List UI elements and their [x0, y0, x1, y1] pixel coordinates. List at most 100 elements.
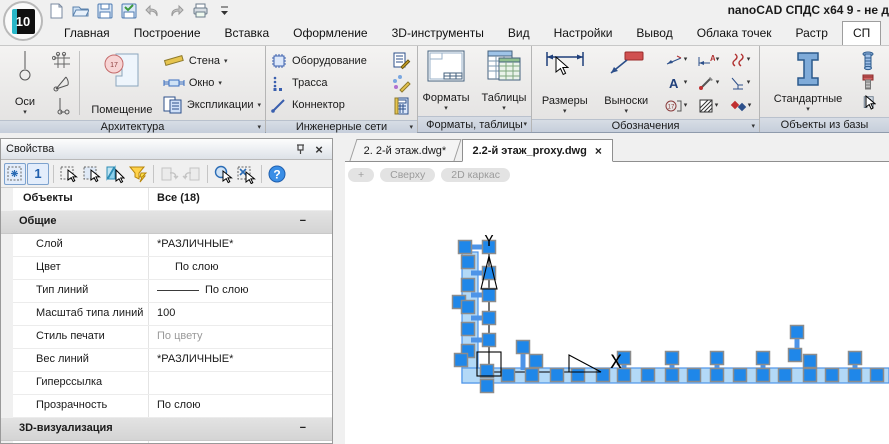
new-file-icon[interactable] [48, 2, 65, 19]
ribbon-tab-4[interactable]: Оформление [283, 22, 377, 45]
selection-grip[interactable] [664, 350, 680, 366]
selection-grip[interactable] [453, 352, 469, 368]
position-mark-button[interactable]: 17 ▾ [660, 99, 692, 113]
specification-button[interactable] [389, 50, 413, 71]
select-similar-button[interactable] [212, 163, 234, 185]
property-value[interactable]: По слою [149, 280, 332, 302]
collapse-icon[interactable]: − [300, 211, 306, 233]
selection-grip[interactable] [528, 353, 544, 369]
selection-grip[interactable] [460, 254, 476, 270]
route-button[interactable]: Трасса [270, 72, 385, 94]
selection-grip[interactable] [709, 350, 725, 366]
group-label-annotations[interactable]: Обозначения ▾ [532, 119, 759, 132]
route-edit-button[interactable] [389, 73, 413, 94]
deselect-button[interactable] [235, 163, 257, 185]
selection-grip[interactable] [789, 324, 805, 340]
section-mark-button[interactable]: ▾ [660, 53, 692, 67]
property-row[interactable]: Вес линий *РАЗЛИЧНЫЕ* [13, 349, 332, 372]
selection-grip[interactable] [500, 367, 516, 383]
filter-button[interactable] [127, 163, 149, 185]
selection-grip[interactable] [824, 367, 840, 383]
viewport-control-2[interactable]: Сверху [380, 168, 436, 182]
selection-grip[interactable] [515, 339, 531, 355]
dim-text-button[interactable]: A ▾ [692, 53, 724, 67]
screw-button[interactable] [856, 71, 880, 92]
axes-grid-button[interactable] [50, 50, 74, 71]
property-value[interactable]: *РАЗЛИЧНЫЕ* [149, 349, 332, 371]
document-tab-1[interactable]: 2. 2-й этаж.dwg* [349, 139, 462, 161]
selection-grip[interactable] [549, 367, 565, 383]
viewport-control-3[interactable]: 2D каркас [441, 168, 511, 182]
selection-grip[interactable] [802, 353, 818, 369]
standard-parts-button[interactable]: Стандартные ▾ [763, 48, 853, 115]
help-button[interactable]: ? [266, 163, 288, 185]
property-row[interactable]: Слой *РАЗЛИЧНЫЕ* [13, 234, 332, 257]
property-value[interactable]: Все (18) [149, 188, 332, 210]
selection-grip[interactable] [640, 367, 656, 383]
save-all-icon[interactable] [120, 2, 137, 19]
property-value[interactable]: По слою [149, 395, 332, 417]
selection-grip[interactable] [481, 310, 497, 326]
pin-icon[interactable] [295, 143, 311, 155]
selection-grip[interactable] [460, 277, 476, 293]
multi-marker-button[interactable]: ▾ [724, 99, 756, 113]
select-all-toggle[interactable] [4, 162, 26, 185]
property-row[interactable]: Масштаб типа линий 100 [13, 303, 332, 326]
selection-grip[interactable] [457, 239, 473, 255]
property-row[interactable]: Стиль печати По цвету [13, 326, 332, 349]
selection-grip[interactable] [787, 347, 803, 363]
ucs-y-label[interactable]: Y [484, 232, 493, 250]
equipment-button[interactable]: Оборудование [270, 50, 385, 72]
redo-icon[interactable] [168, 2, 185, 19]
save-icon[interactable] [96, 2, 113, 19]
selection-grip[interactable] [777, 367, 793, 383]
weld-mark-button[interactable]: ▾ [724, 76, 756, 90]
close-tab-icon[interactable]: × [595, 144, 602, 158]
ribbon-tab-2[interactable]: Построение [124, 22, 211, 45]
property-row[interactable]: Тип линий По слою [13, 280, 332, 303]
property-row[interactable]: Объекты Все (18) [13, 188, 332, 211]
invert-selection-button[interactable] [104, 163, 126, 185]
property-value[interactable]: По слою [149, 257, 332, 279]
wall-button[interactable]: Стена ▾ [163, 50, 261, 72]
marker-button[interactable]: ▾ [692, 76, 724, 90]
leaders-button[interactable]: Выноски ▾ [597, 48, 657, 117]
property-section[interactable]: Общие − [1, 211, 332, 234]
selection-grip[interactable] [481, 332, 497, 348]
selection-grip[interactable] [755, 367, 771, 383]
break-line-button[interactable]: ▾ [724, 52, 756, 67]
axes-button[interactable]: Оси ▾ [3, 48, 47, 118]
selection-grip[interactable] [755, 350, 771, 366]
selection-grip[interactable] [664, 367, 680, 383]
group-label-base-objects[interactable]: Объекты из базы [760, 117, 889, 132]
property-row[interactable]: Гиперссылка [13, 372, 332, 395]
copy-properties-button[interactable] [158, 163, 180, 185]
undo-icon[interactable] [144, 2, 161, 19]
dimensions-button[interactable]: Размеры ▾ [535, 48, 595, 117]
apply-properties-button[interactable] [181, 163, 203, 185]
tables-button[interactable]: Таблицы ▾ [479, 48, 530, 114]
properties-panel-header[interactable]: Свойства × [1, 139, 332, 160]
selection-grip[interactable] [460, 321, 476, 337]
selection-grip[interactable] [460, 299, 476, 315]
single-axis-button[interactable] [50, 95, 74, 116]
group-label-formats[interactable]: Форматы, таблицы ▾ [418, 116, 531, 132]
ribbon-tab-10[interactable]: Растр [786, 22, 838, 45]
selection-grip[interactable] [481, 287, 497, 303]
ribbon-tab-7[interactable]: Настройки [544, 22, 623, 45]
drawing-canvas[interactable]: + Сверху 2D каркас YX [345, 162, 889, 444]
select-objects-button[interactable] [58, 163, 80, 185]
ribbon-tab-11[interactable]: СП [841, 21, 882, 45]
ribbon-tab-1[interactable]: Главная [54, 22, 120, 45]
formats-button[interactable]: Форматы ▾ [420, 48, 473, 114]
viewport-control-1[interactable]: + [348, 168, 375, 182]
quick-access-more-icon[interactable] [216, 2, 233, 19]
selection-grip[interactable] [847, 367, 863, 383]
cad-drawing[interactable]: YX [345, 162, 889, 444]
room-button[interactable]: 17 Помещение [84, 48, 160, 118]
window-button[interactable]: Окно ▾ [163, 72, 261, 94]
property-section[interactable]: 3D-визуализация − [1, 418, 332, 441]
selection-grip[interactable] [686, 367, 702, 383]
selection-grip[interactable] [869, 367, 885, 383]
property-value[interactable]: 100 [149, 303, 332, 325]
